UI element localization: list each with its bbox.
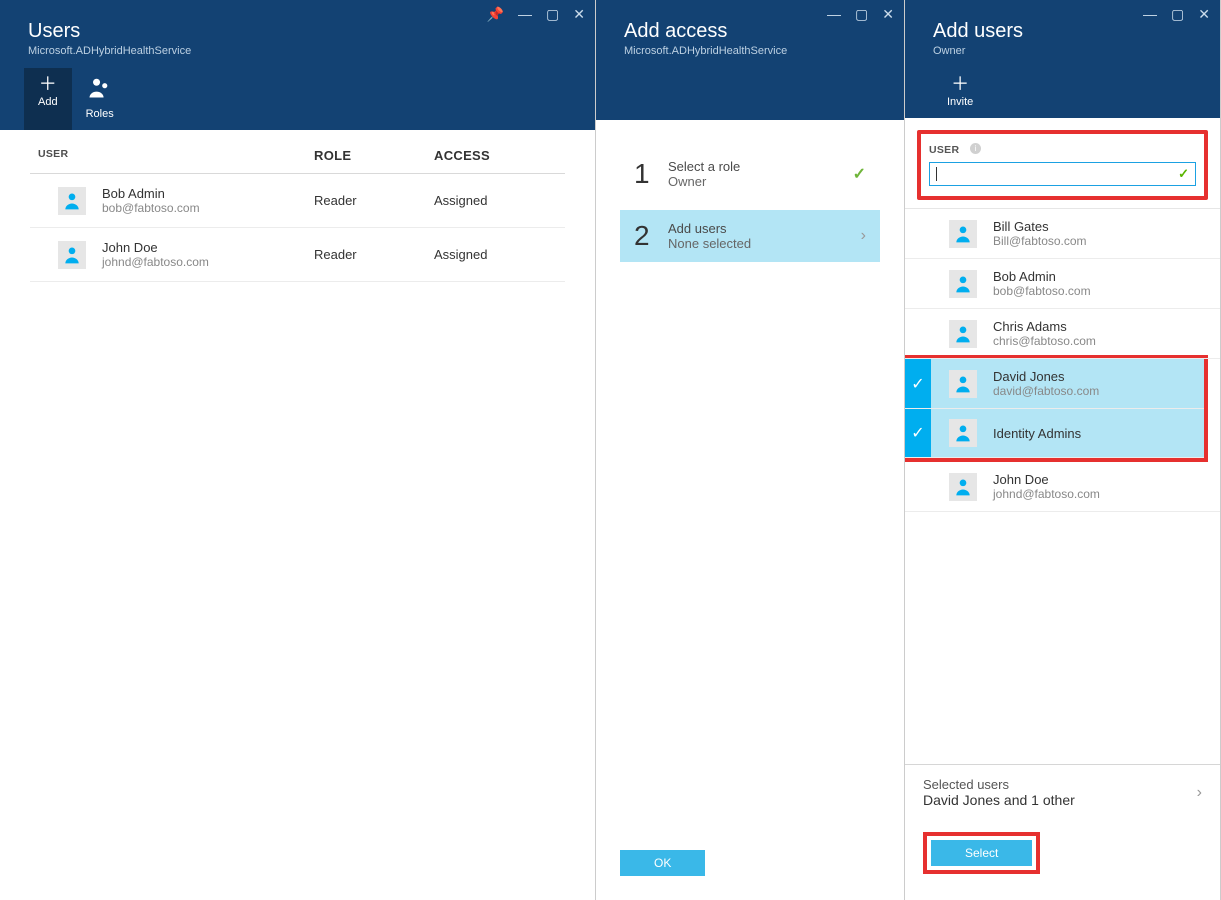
- invite-button-label: Invite: [947, 96, 973, 108]
- checkmark-icon: ✓: [853, 164, 866, 184]
- ok-button[interactable]: OK: [620, 850, 705, 876]
- user-name: John Doe: [102, 240, 209, 255]
- selected-heading: Selected users: [923, 777, 1075, 792]
- minimize-icon[interactable]: —: [518, 6, 532, 23]
- user-name: Bill Gates: [993, 219, 1087, 234]
- step-value: None selected: [668, 236, 751, 251]
- text-cursor: [936, 167, 937, 181]
- user-search-input[interactable]: [941, 167, 1178, 181]
- user-picker-row[interactable]: ✓ David Jonesdavid@fabtoso.com: [905, 359, 1204, 409]
- addusers-subtitle: Owner: [933, 45, 1196, 57]
- avatar: [58, 241, 86, 269]
- step-select-role[interactable]: 1 Select a role Owner ✓: [620, 148, 880, 200]
- step-title: Select a role: [668, 159, 740, 174]
- avatar: [58, 187, 86, 215]
- addusers-header: — ▢ ✕ Add users Owner ＋ Invite: [905, 0, 1220, 118]
- user-email: david@fabtoso.com: [993, 384, 1099, 398]
- users-header: 📌 — ▢ ✕ Users Microsoft.ADHybridHealthSe…: [0, 0, 595, 130]
- user-email: Bill@fabtoso.com: [993, 234, 1087, 248]
- user-picker-row[interactable]: John Doejohnd@fabtoso.com: [905, 462, 1220, 512]
- close-icon[interactable]: ✕: [1198, 6, 1210, 23]
- addusers-title: Add users: [933, 20, 1196, 43]
- add-access-blade: — ▢ ✕ Add access Microsoft.ADHybridHealt…: [596, 0, 905, 900]
- users-title: Users: [28, 20, 571, 43]
- avatar: [949, 370, 977, 398]
- user-name: David Jones: [993, 369, 1099, 384]
- plus-icon: ＋: [38, 74, 58, 94]
- selected-users-summary[interactable]: Selected users David Jones and 1 other ›: [905, 764, 1220, 820]
- selected-indicator: ✓: [905, 409, 931, 457]
- users-table-body: Bob Adminbob@fabtoso.comReaderAssignedJo…: [30, 174, 565, 282]
- checkmark-icon: ✓: [1178, 166, 1189, 182]
- table-row[interactable]: Bob Adminbob@fabtoso.com ReaderAssigned: [30, 174, 565, 228]
- select-button-highlight: Select: [923, 832, 1040, 874]
- user-picker-row[interactable]: ✓ Identity Admins: [905, 409, 1204, 458]
- addaccess-title: Add access: [624, 20, 880, 43]
- user-picker-list: Bill GatesBill@fabtoso.comBob Adminbob@f…: [905, 208, 1220, 764]
- user-search-section: USER i ✓: [917, 130, 1208, 200]
- add-button-label: Add: [38, 96, 58, 108]
- plus-icon: ＋: [947, 74, 973, 94]
- user-name: Bob Admin: [993, 269, 1091, 284]
- search-label: USER: [929, 144, 959, 156]
- selected-rows-highlight: ✓ David Jonesdavid@fabtoso.com ✓ Identity A…: [905, 355, 1208, 462]
- user-role: Reader: [314, 247, 434, 262]
- step-value: Owner: [668, 174, 740, 189]
- user-picker-row[interactable]: Bill GatesBill@fabtoso.com: [905, 209, 1220, 259]
- user-name: Chris Adams: [993, 319, 1096, 334]
- users-blade: 📌 — ▢ ✕ Users Microsoft.ADHybridHealthSe…: [0, 0, 596, 900]
- chevron-right-icon: ›: [1197, 784, 1202, 802]
- user-role: Reader: [314, 193, 434, 208]
- close-icon[interactable]: ✕: [882, 6, 894, 23]
- step-number: 1: [634, 158, 668, 190]
- user-email: chris@fabtoso.com: [993, 334, 1096, 348]
- step-number: 2: [634, 220, 668, 252]
- user-email: johnd@fabtoso.com: [993, 487, 1100, 501]
- minimize-icon[interactable]: —: [1143, 6, 1157, 23]
- user-email: bob@fabtoso.com: [993, 284, 1091, 298]
- add-button[interactable]: ＋ Add: [24, 68, 72, 130]
- chevron-right-icon: ›: [861, 227, 866, 245]
- maximize-icon[interactable]: ▢: [546, 6, 559, 23]
- col-user-header: USER: [30, 148, 314, 163]
- user-email: johnd@fabtoso.com: [102, 255, 209, 269]
- maximize-icon[interactable]: ▢: [1171, 6, 1184, 23]
- avatar: [949, 220, 977, 248]
- minimize-icon[interactable]: —: [827, 6, 841, 23]
- users-subtitle: Microsoft.ADHybridHealthService: [28, 45, 571, 57]
- avatar: [949, 473, 977, 501]
- selected-indicator: ✓: [905, 359, 931, 408]
- maximize-icon[interactable]: ▢: [855, 6, 868, 23]
- step-title: Add users: [668, 221, 751, 236]
- roles-button-label: Roles: [86, 108, 114, 120]
- roles-icon: [86, 74, 114, 106]
- user-picker-row[interactable]: Chris Adamschris@fabtoso.com: [905, 309, 1220, 359]
- step-add-users[interactable]: 2 Add users None selected ›: [620, 210, 880, 262]
- addaccess-subtitle: Microsoft.ADHybridHealthService: [624, 45, 880, 57]
- add-users-blade: — ▢ ✕ Add users Owner ＋ Invite USER i ✓ …: [905, 0, 1221, 900]
- avatar: [949, 320, 977, 348]
- col-role-header: ROLE: [314, 148, 434, 163]
- selected-names: David Jones and 1 other: [923, 792, 1075, 808]
- info-icon[interactable]: i: [970, 143, 981, 154]
- pin-icon[interactable]: 📌: [487, 6, 504, 23]
- select-button[interactable]: Select: [931, 840, 1032, 866]
- user-picker-row[interactable]: Bob Adminbob@fabtoso.com: [905, 259, 1220, 309]
- user-access: Assigned: [434, 193, 565, 208]
- invite-button[interactable]: ＋ Invite: [933, 68, 987, 118]
- user-name: John Doe: [993, 472, 1100, 487]
- user-email: bob@fabtoso.com: [102, 201, 200, 215]
- close-icon[interactable]: ✕: [573, 6, 585, 23]
- users-table-header: USER ROLE ACCESS: [30, 130, 565, 174]
- avatar: [949, 419, 977, 447]
- roles-button[interactable]: Roles: [72, 68, 128, 130]
- addaccess-header: — ▢ ✕ Add access Microsoft.ADHybridHealt…: [596, 0, 904, 120]
- user-search-box: ✓: [929, 162, 1196, 186]
- avatar: [949, 270, 977, 298]
- col-access-header: ACCESS: [434, 148, 565, 163]
- table-row[interactable]: John Doejohnd@fabtoso.com ReaderAssigned: [30, 228, 565, 282]
- user-name: Bob Admin: [102, 186, 200, 201]
- user-name: Identity Admins: [993, 426, 1081, 441]
- user-access: Assigned: [434, 247, 565, 262]
